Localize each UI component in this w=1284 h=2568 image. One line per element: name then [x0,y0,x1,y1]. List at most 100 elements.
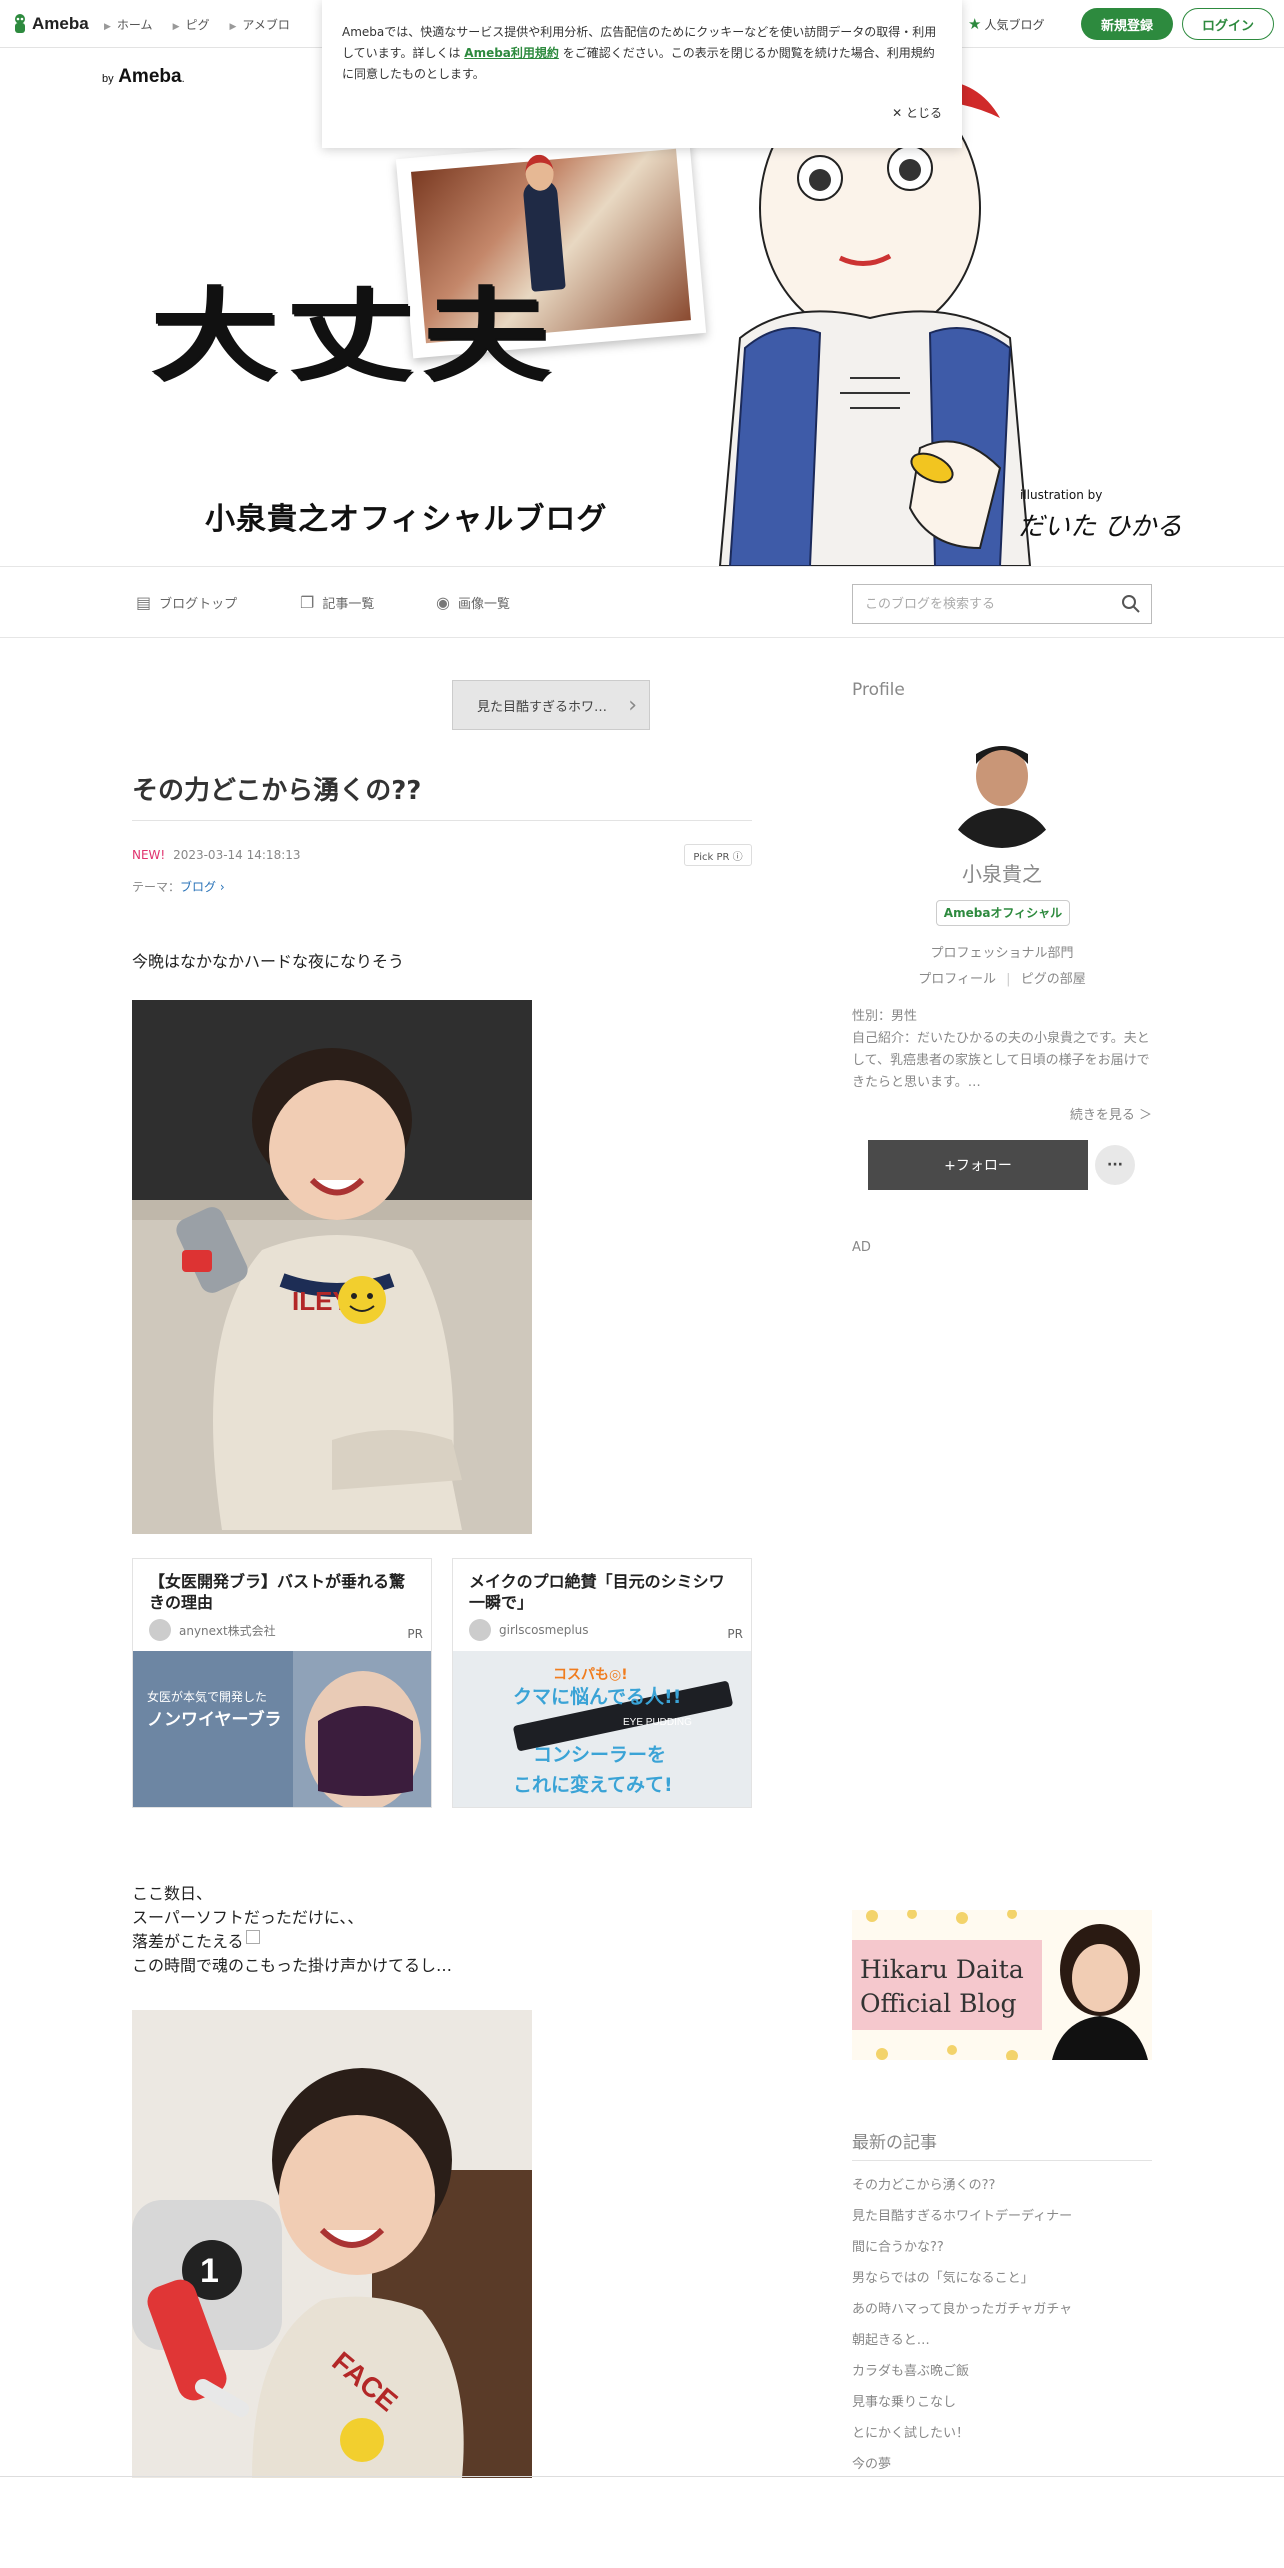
latest-entry[interactable]: 見た目酷すぎるホワイトデーディナー [852,2201,1152,2232]
broken-image-icon [245,1930,260,1944]
blog-subtitle: 小泉貴之オフィシャルブログ [205,502,608,537]
profile-avatar[interactable] [940,724,1064,848]
article-line: ここ数日、 [132,1884,213,1903]
by-ameba-brand: Ameba [118,66,182,87]
pr-card-title: メイクのプロ絶賛「目元のシミシワ一瞬で」 [469,1572,725,1612]
banner-text-1: Hikaru Daita [860,1955,1024,1984]
entry-list-label: 記事一覧 [322,597,375,612]
article-line: スーパーソフトだっただけに、、 [132,1908,364,1927]
by-ameba-logo: by Ameba. [102,66,185,88]
article-paragraph-2: ここ数日、 スーパーソフトだっただけに、、 落差がこたえる この時間で魂のこもっ… [132,1882,452,1978]
previous-entry-label: 見た目酷すぎるホワ… [477,699,608,715]
cookie-close-label: とじる [905,106,942,120]
theme-link[interactable]: ブログ [180,880,216,894]
profile-links: プロフィール | ピグの部屋 [852,968,1152,987]
ameba-logo[interactable]: Ameba [12,13,89,35]
article-line: この時間で魂のこもった掛け声かけてるし… [132,1956,453,1975]
popular-blog-label: 人気ブログ [984,17,1045,32]
divider [852,2160,1152,2161]
pr-label: PR [407,1627,423,1641]
avatar [469,1619,491,1641]
entry-list-link[interactable]: ❐ 記事一覧 [300,593,374,612]
chevron-right-icon: ▶ [229,22,237,32]
pr-image-text-5: これに変えてみて! [513,1773,673,1796]
profile-name[interactable]: 小泉貴之 [852,858,1152,887]
image-list-label: 画像一覧 [457,597,510,612]
nav-home[interactable]: ▶ ホーム [104,16,153,33]
image-list-link[interactable]: ◉ 画像一覧 [436,593,510,612]
hikaru-daita-blog-banner[interactable]: Hikaru Daita Official Blog [852,1910,1152,2060]
official-badge[interactable]: Amebaオフィシャル [936,900,1070,926]
illustration-credit-label: illustration by [1020,488,1103,502]
blog-top-link[interactable]: ▤ ブログトップ [136,593,237,612]
article-photo-1[interactable]: ILEY T [132,1000,532,1534]
divider [132,820,752,821]
popular-blog-link[interactable]: ★ 人気ブログ [968,15,1044,33]
nav-pig-label: ピグ [185,18,210,32]
search-input[interactable] [853,585,1093,623]
pr-image-text-3: EYE PUDDING [623,1717,692,1728]
new-badge: NEW! [132,848,166,862]
read-more-link[interactable]: 続きを見る ＞ [852,1104,1152,1123]
pr-label: PR [727,1627,743,1641]
nav-ameblo[interactable]: ▶ アメブロ [230,16,290,33]
star-icon: ★ [968,15,982,33]
latest-entry[interactable]: カラダも喜ぶ晩ご飯 [852,2356,1152,2387]
previous-entry-button[interactable]: 見た目酷すぎるホワ… › [452,680,650,730]
pr-card-title: 【女医開発ブラ】バストが垂れる驚きの理由 [149,1572,406,1612]
theme-label: テーマ： [132,880,181,894]
close-icon: ✕ [892,106,903,120]
profile-heading: Profile [852,680,905,700]
by-label: by [102,73,114,85]
terms-link[interactable]: Ameba利用規約 [464,46,559,60]
latest-entry[interactable]: あの時ハマって良かったガチャガチャ [852,2294,1152,2325]
search-icon[interactable] [1121,594,1141,614]
ad-label: AD [852,1240,871,1255]
pr-image-text-1: コスパも◎! [553,1667,628,1683]
article-paragraph: 今晩はなかなかハードな夜になりそう [132,952,405,971]
avatar [149,1619,171,1641]
pr-card-source-name: anynext株式会社 [179,1623,276,1638]
article-photo-2[interactable]: 1 FACE [132,2010,532,2478]
latest-entry[interactable]: 間に合うかな?? [852,2232,1152,2263]
document-icon: ▤ [136,593,152,612]
pr-card-image: コスパも◎! クマに悩んでる人!! EYE PUDDING コンシーラーを これ… [453,1651,751,1807]
nav-pig[interactable]: ▶ ピグ [173,16,210,33]
pick-pr-button[interactable]: Pick PR ⓘ [684,844,752,866]
blog-title-logo: 大丈夫 [150,277,559,395]
copy-icon: ❐ [300,593,315,612]
profile-link[interactable]: プロフィール [918,972,996,987]
camera-icon: ◉ [436,593,450,612]
pr-card-source-name: girlscosmeplus [499,1623,589,1637]
blog-search [852,584,1152,624]
login-button[interactable]: ログイン [1182,8,1274,40]
cookie-notice: Amebaでは、快適なサービス提供や利用分析、広告配信のためにクッキーなどを使い… [322,0,962,148]
latest-entry[interactable]: 朝起きると… [852,2325,1152,2356]
pr-card[interactable]: メイクのプロ絶賛「目元のシミシワ一瞬で」 girlscosmeplus PR コ… [452,1558,752,1808]
pr-card-source: anynext株式会社 [149,1619,276,1641]
latest-entry[interactable]: 男ならではの「気になること」 [852,2263,1152,2294]
article-line: 落差がこたえる [132,1930,452,1954]
chevron-right-icon: ▶ [172,22,180,32]
latest-entry[interactable]: とにかく試したい！ [852,2418,1152,2449]
pr-image-text-2: クマに悩んでる人!! [513,1685,681,1708]
chevron-right-icon: › [628,693,637,718]
article-title[interactable]: その力どこから湧くの?? [132,770,421,807]
banner-text-2: Official Blog [860,1989,1017,2018]
svg-text:1: 1 [200,2252,219,2290]
latest-entry[interactable]: その力どこから湧くの?? [852,2170,1152,2201]
chevron-right-icon: › [219,880,225,894]
latest-entries-list: その力どこから湧くの?? 見た目酷すぎるホワイトデーディナー 間に合うかな?? … [852,2170,1152,2480]
more-options-button[interactable]: ··· [1095,1145,1135,1185]
latest-entry[interactable]: 見事な乗りこなし [852,2387,1152,2418]
follow-button[interactable]: +フォロー [868,1140,1088,1190]
cookie-close-button[interactable]: ✕ とじる [892,103,942,124]
pr-card[interactable]: 【女医開発ブラ】バストが垂れる驚きの理由 anynext株式会社 PR 女医が本… [132,1558,432,1808]
pr-image-text-2: ノンワイヤーブラ [147,1709,281,1730]
nav-home-label: ホーム [116,18,153,32]
profile-description: 性別：男性 自己紹介：だいたひかるの夫の小泉貴之です。夫として、乳癌患者の家族と… [852,1006,1152,1094]
profile-category[interactable]: プロフェッショナル部門 [852,942,1152,961]
pig-room-link[interactable]: ピグの部屋 [1021,972,1086,987]
blog-nav: ▤ ブログトップ ❐ 記事一覧 ◉ 画像一覧 [0,566,1284,638]
register-button[interactable]: 新規登録 [1081,8,1173,40]
